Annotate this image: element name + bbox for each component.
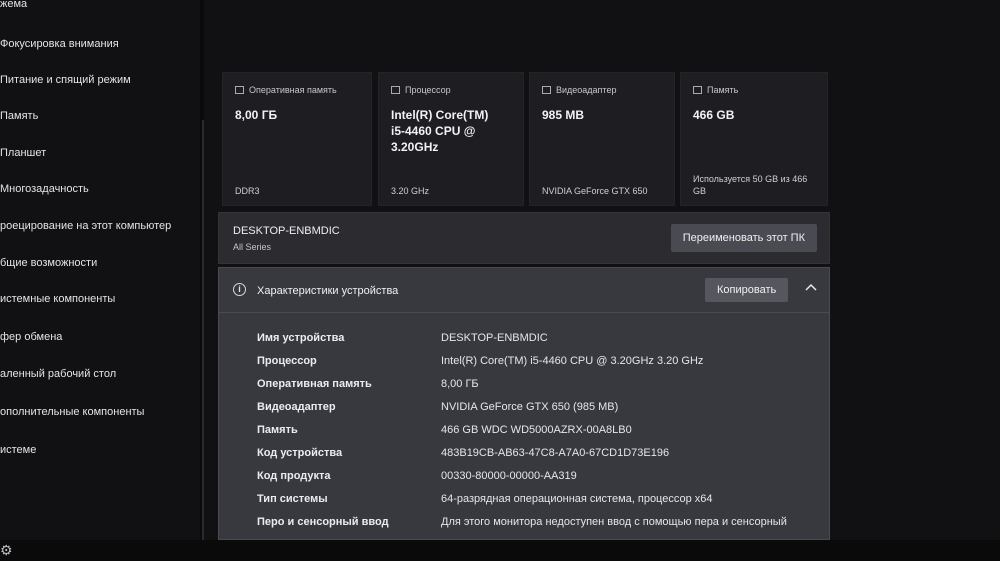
pc-name: DESKTOP-ENBMDIC [233, 225, 340, 237]
pc-series: All Series [233, 242, 272, 252]
ram-card-value: 8,00 ГБ [235, 108, 278, 122]
sidebar-item-projecting[interactable]: роецирование на этот компьютер [0, 220, 171, 232]
spec-row: Код продукта 00330-80000-00000-AA319 [219, 470, 829, 488]
sidebar-item-system-components[interactable]: истемные компоненты [0, 293, 115, 305]
gpu-card: Видеоадаптер 985 MB NVIDIA GeForce GTX 6… [529, 72, 675, 206]
ram-card: Оперативная память 8,00 ГБ DDR3 [222, 72, 372, 206]
spec-row: Код устройства 483B19CB-AB63-47C8-A7A0-6… [219, 447, 829, 465]
sidebar-item-multitasking[interactable]: Многозадачность [0, 183, 89, 195]
spec-row: Память 466 GB WDC WD5000AZRX-00A8LB0 [219, 424, 829, 442]
storage-card-sub: Используется 50 GB из 466 GB [693, 174, 808, 196]
chevron-up-icon[interactable] [803, 280, 819, 296]
specs-divider [219, 312, 829, 313]
spec-label: Имя устройства [257, 332, 345, 344]
storage-card-title: Память [707, 85, 739, 95]
sidebar-item-remote-desktop[interactable]: аленный рабочий стол [0, 368, 116, 380]
gear-icon[interactable]: ⚙ [0, 540, 14, 561]
processor-icon [391, 86, 400, 94]
spec-label: Перо и сенсорный ввод [257, 516, 389, 528]
spec-row: Видеоадаптер NVIDIA GeForce GTX 650 (985… [219, 401, 829, 419]
pc-name-bar: DESKTOP-ENBMDIC All Series Переименовать… [218, 212, 830, 264]
gpu-card-value: 985 MB [542, 108, 585, 122]
spec-value: 483B19CB-AB63-47C8-A7A0-67CD1D73E196 [441, 447, 670, 459]
sidebar-item-shared-experiences[interactable]: бщие возможности [0, 257, 97, 269]
gpu-icon [542, 86, 551, 94]
sidebar-item-storage[interactable]: Память [0, 110, 38, 122]
copy-button[interactable]: Копировать [705, 278, 789, 302]
device-specs-header[interactable]: i Характеристики устройства Копировать [219, 268, 829, 312]
spec-value: 00330-80000-00000-AA319 [441, 470, 577, 482]
device-specs-panel: i Характеристики устройства Копировать И… [218, 267, 830, 540]
gpu-card-title: Видеоадаптер [556, 85, 617, 95]
device-specs-title: Характеристики устройства [257, 285, 399, 297]
info-icon: i [233, 283, 246, 296]
sidebar-item-clipboard[interactable]: фер обмена [0, 331, 62, 343]
spec-row: Тип системы 64-разрядная операционная си… [219, 493, 829, 511]
spec-label: Память [257, 424, 298, 436]
spec-value: Intel(R) Core(TM) i5-4460 CPU @ 3.20GHz … [441, 355, 704, 367]
spec-label: Код устройства [257, 447, 343, 459]
spec-label: Тип системы [257, 493, 328, 505]
sidebar-item-power-sleep[interactable]: Питание и спящий режим [0, 74, 131, 86]
spec-value: 8,00 ГБ [441, 378, 479, 390]
processor-card: Процессор Intel(R) Core(TM) i5-4460 CPU … [378, 72, 524, 206]
sidebar-item-about[interactable]: истеме [0, 444, 36, 456]
about-page: Оперативная память 8,00 ГБ DDR3 Процессо… [204, 0, 1000, 540]
sidebar-item-theme[interactable]: жема [0, 0, 27, 10]
spec-label: Оперативная память [257, 378, 372, 390]
spec-row: Перо и сенсорный ввод Для этого монитора… [219, 516, 829, 534]
spec-label: Процессор [257, 355, 317, 367]
spec-row: Процессор Intel(R) Core(TM) i5-4460 CPU … [219, 355, 829, 373]
settings-sidebar: жема Фокусировка внимания Питание и спящ… [0, 0, 200, 540]
storage-card: Память 466 GB Используется 50 GB из 466 … [680, 72, 828, 206]
processor-card-sub: 3.20 GHz [391, 186, 430, 196]
spec-label: Видеоадаптер [257, 401, 336, 413]
gpu-card-sub: NVIDIA GeForce GTX 650 [542, 186, 648, 196]
memory-icon [235, 86, 244, 94]
spec-value: NVIDIA GeForce GTX 650 (985 MB) [441, 401, 619, 413]
spec-value: DESKTOP-ENBMDIC [441, 332, 548, 344]
ram-card-title: Оперативная память [249, 85, 337, 95]
storage-icon [693, 86, 702, 94]
storage-card-value: 466 GB [693, 108, 735, 122]
spec-row: Имя устройства DESKTOP-ENBMDIC [219, 332, 829, 350]
processor-card-title: Процессор [405, 85, 451, 95]
spec-row: Оперативная память 8,00 ГБ [219, 378, 829, 396]
spec-value: 466 GB WDC WD5000AZRX-00A8LB0 [441, 424, 632, 436]
spec-label: Код продукта [257, 470, 331, 482]
processor-card-value: Intel(R) Core(TM) i5-4460 CPU @ 3.20GHz [391, 108, 489, 154]
sidebar-item-optional-features[interactable]: ополнительные компоненты [0, 406, 144, 418]
sidebar-item-tablet[interactable]: Планшет [0, 147, 46, 159]
rename-pc-button[interactable]: Переименовать этот ПК [670, 224, 817, 252]
sidebar-item-focus-assist[interactable]: Фокусировка внимания [0, 38, 119, 50]
spec-value: Для этого монитора недоступен ввод с пом… [441, 516, 787, 528]
ram-card-sub: DDR3 [235, 186, 260, 196]
spec-value: 64-разрядная операционная система, проце… [441, 493, 713, 505]
